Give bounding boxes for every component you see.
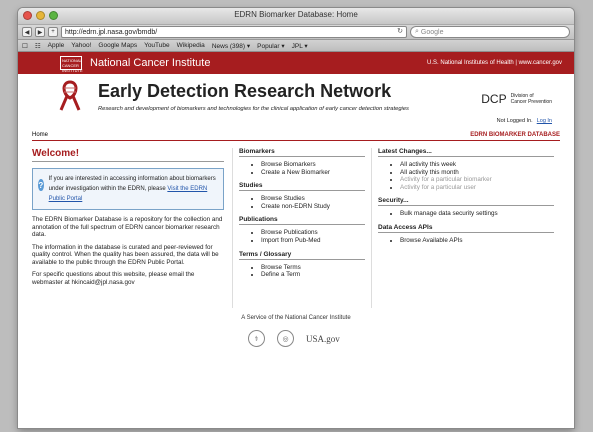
list-item[interactable]: Activity for a particular biomarker	[400, 176, 554, 184]
dcp-logo[interactable]: DCP Division of Cancer Prevention	[481, 92, 552, 106]
info-box: ? If you are interested in accessing inf…	[32, 168, 224, 210]
back-button[interactable]: ◀	[22, 27, 32, 37]
bookmark-yahoo[interactable]: Yahoo!	[71, 42, 91, 49]
activity-biomarker-link[interactable]: Activity for a particular biomarker	[400, 176, 492, 183]
api-list: Browse Available APIs	[378, 237, 554, 245]
bookmark-apple[interactable]: Apple	[48, 42, 65, 49]
browse-studies-link[interactable]: Browse Studies	[261, 195, 305, 202]
bookmarks-grid-icon[interactable]: ☷	[35, 42, 41, 50]
list-item[interactable]: Browse Terms	[261, 264, 365, 272]
list-item[interactable]: Create non-EDRN Study	[261, 203, 365, 211]
intro-paragraph-2: The information in the database is curat…	[32, 243, 219, 266]
page-title: Early Detection Research Network	[98, 81, 392, 101]
reader-icon[interactable]: ☐	[22, 42, 28, 50]
intro-paragraph-1: The EDRN Biomarker Database is a reposit…	[32, 216, 223, 238]
nih-seal-icon[interactable]: ◎	[277, 330, 294, 347]
nci-logo[interactable]: NATIONAL CANCER INSTITUTE	[60, 56, 83, 73]
nci-banner: NATIONAL CANCER INSTITUTE National Cance…	[18, 52, 574, 74]
bookmark-youtube[interactable]: YouTube	[144, 42, 170, 49]
welcome-column: Welcome! ? If you are interested in acce…	[32, 148, 232, 308]
browse-terms-link[interactable]: Browse Terms	[261, 264, 301, 271]
browse-apis-link[interactable]: Browse Available APIs	[400, 237, 463, 244]
info-icon: ?	[38, 179, 44, 191]
reload-icon[interactable]: ↻	[397, 27, 403, 35]
edrn-ribbon-logo	[59, 80, 81, 111]
address-bar[interactable]: http://edrn.jpl.nasa.gov/bmdb/ ↻	[61, 26, 407, 38]
login-link[interactable]: Log In	[537, 118, 552, 124]
database-label: EDRN BIOMARKER DATABASE	[470, 132, 560, 138]
biomarkers-list: Browse Biomarkers Create a New Biomarker	[239, 161, 365, 176]
dcp-sub2: Cancer Prevention	[510, 99, 552, 105]
studies-heading: Studies	[239, 182, 365, 192]
search-input[interactable]: ⌕ Google	[410, 26, 570, 38]
security-list: Bulk manage data security settings	[378, 210, 554, 218]
title-bar: EDRN Biomarker Database: Home	[18, 8, 574, 25]
footer-text: A Service of the National Cancer Institu…	[241, 315, 351, 321]
studies-list: Browse Studies Create non-EDRN Study	[239, 195, 365, 210]
list-item[interactable]: All activity this week	[400, 161, 554, 169]
footer-logos: ⚕ ◎ USA.gov	[248, 330, 340, 347]
nih-link[interactable]: U.S. National Institutes of Health | www…	[427, 60, 562, 66]
api-heading: Data Access APIs	[378, 224, 554, 233]
publications-list: Browse Publications Import from Pub-Med	[239, 229, 365, 244]
nci-title[interactable]: National Cancer Institute	[90, 57, 210, 69]
intro-paragraph-3: For specific questions about this websit…	[32, 271, 195, 286]
search-icon: ⌕	[415, 28, 419, 35]
terms-list: Browse Terms Define a Term	[239, 264, 365, 279]
list-item[interactable]: Bulk manage data security settings	[400, 210, 554, 218]
bookmark-popular[interactable]: Popular ▾	[257, 42, 284, 50]
create-study-link[interactable]: Create non-EDRN Study	[261, 203, 330, 210]
browser-window: EDRN Biomarker Database: Home ◀ ▶ + http…	[18, 8, 574, 428]
define-term-link[interactable]: Define a Term	[261, 271, 300, 278]
biomarkers-heading: Biomarkers	[239, 148, 365, 157]
list-item[interactable]: All activity this month	[400, 169, 554, 177]
forward-button[interactable]: ▶	[35, 27, 45, 37]
bookmark-jpl[interactable]: JPL ▾	[292, 42, 308, 50]
login-status-text: Not Logged In.	[496, 118, 533, 124]
breadcrumb: Home EDRN BIOMARKER DATABASE	[32, 130, 560, 141]
activity-month-link[interactable]: All activity this month	[400, 169, 459, 176]
latest-changes-heading: Latest Changes...	[378, 148, 554, 157]
search-placeholder: Google	[420, 28, 444, 36]
list-item[interactable]: Create a New Biomarker	[261, 169, 365, 177]
dcp-text: DCP	[481, 92, 507, 106]
hhs-eagle-icon[interactable]: ⚕	[248, 330, 265, 347]
welcome-heading: Welcome!	[32, 148, 224, 162]
site-header: Early Detection Research Network Researc…	[18, 74, 574, 124]
publications-heading: Publications	[239, 216, 365, 226]
list-item[interactable]: Browse Biomarkers	[261, 161, 365, 169]
activity-week-link[interactable]: All activity this week	[400, 161, 456, 168]
bookmarks-bar: ☐ ☷ Apple Yahoo! Google Maps YouTube Wik…	[18, 40, 574, 52]
bulk-security-link[interactable]: Bulk manage data security settings	[400, 210, 498, 217]
login-status: Not Logged In. Log In	[497, 118, 552, 124]
list-item[interactable]: Define a Term	[261, 271, 365, 279]
list-item[interactable]: Import from Pub-Med	[261, 237, 365, 245]
window-title: EDRN Biomarker Database: Home	[234, 10, 358, 19]
browser-toolbar: ◀ ▶ + http://edrn.jpl.nasa.gov/bmdb/ ↻ ⌕…	[18, 25, 574, 40]
main-content: Welcome! ? If you are interested in acce…	[32, 148, 560, 308]
page-subtitle: Research and development of biomarkers a…	[98, 106, 409, 112]
changes-list: All activity this week All activity this…	[378, 161, 554, 191]
home-link[interactable]: Home	[32, 132, 48, 138]
terms-heading: Terms / Glossary	[239, 251, 365, 260]
list-item[interactable]: Activity for a particular user	[400, 184, 554, 192]
list-item[interactable]: Browse Studies	[261, 195, 365, 203]
bookmark-google-maps[interactable]: Google Maps	[98, 42, 137, 49]
info-text: If you are interested in accessing infor…	[49, 174, 218, 204]
activity-column: Latest Changes... All activity this week…	[372, 148, 560, 308]
url-text: http://edrn.jpl.nasa.gov/bmdb/	[65, 28, 158, 36]
activity-user-link[interactable]: Activity for a particular user	[400, 184, 476, 191]
list-item[interactable]: Browse Available APIs	[400, 237, 554, 245]
import-pubmed-link[interactable]: Import from Pub-Med	[261, 237, 321, 244]
browse-publications-link[interactable]: Browse Publications	[261, 229, 318, 236]
create-biomarker-link[interactable]: Create a New Biomarker	[261, 169, 330, 176]
list-item[interactable]: Browse Publications	[261, 229, 365, 237]
actions-column: Biomarkers Browse Biomarkers Create a Ne…	[232, 148, 372, 308]
usagov-logo[interactable]: USA.gov	[306, 334, 340, 344]
add-bookmark-button[interactable]: +	[48, 27, 58, 37]
bookmark-news[interactable]: News (398) ▾	[212, 42, 250, 50]
bookmark-wikipedia[interactable]: Wikipedia	[177, 42, 205, 49]
security-heading: Security...	[378, 197, 554, 207]
browse-biomarkers-link[interactable]: Browse Biomarkers	[261, 161, 316, 168]
